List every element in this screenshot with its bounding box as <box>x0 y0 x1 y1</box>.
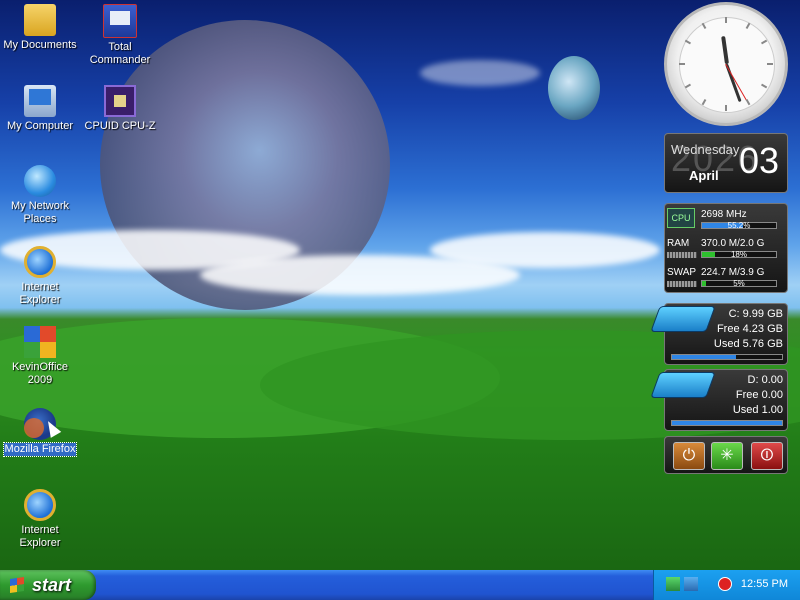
desktop[interactable]: My Documents Total Commander My Computer… <box>0 0 800 570</box>
drive-c-used: Used 5.76 GB <box>713 338 783 350</box>
icon-label: My Network Places <box>10 200 70 225</box>
tray-clock[interactable]: 12:55 PM <box>741 578 788 590</box>
network-globe-icon <box>24 165 56 197</box>
icon-label: My Documents <box>3 39 77 51</box>
icon-label: Internet Explorer <box>19 524 61 549</box>
computer-icon <box>24 85 56 117</box>
desktop-icon-my-documents[interactable]: My Documents <box>0 4 80 52</box>
internet-explorer-icon <box>24 246 56 278</box>
swap-usage-bar: 5% <box>701 279 777 288</box>
start-label: start <box>32 575 72 595</box>
start-button[interactable]: start <box>0 570 96 600</box>
icon-label: Mozilla Firefox <box>2 442 78 457</box>
network-connection-tray-icon[interactable] <box>684 577 698 591</box>
cpu-frequency: 2698 MHz <box>701 209 747 220</box>
cloud <box>430 232 660 268</box>
calendar-day-number: 03 <box>738 140 779 181</box>
analog-clock-gadget[interactable] <box>664 2 788 126</box>
ram-usage-bar: 18% <box>701 250 777 259</box>
cpu-chip-icon: CPU <box>667 208 695 228</box>
drive-d-total: D: 0.00 <box>747 374 783 386</box>
desktop-icon-my-network-places[interactable]: My Network Places <box>0 165 80 226</box>
ram-module-icon <box>667 252 697 258</box>
network-tray-icon[interactable] <box>666 577 680 591</box>
drive-c-gadget[interactable]: C: 9.99 GB Free 4.23 GB Used 5.76 GB <box>650 303 788 365</box>
drive-c-total: C: 9.99 GB <box>728 308 783 320</box>
ram-value: 370.0 M/2.0 G <box>701 238 765 249</box>
cpu-usage-bar: 55.2% <box>701 221 777 230</box>
swap-usage-percent: 5% <box>733 279 745 288</box>
system-tray: 12:55 PM <box>653 570 800 600</box>
drive-d-info: D: 0.00 Free 0.00 Used 1.00 <box>733 373 783 418</box>
clock-tick <box>679 63 685 65</box>
floppy-disk-icon <box>103 4 137 38</box>
desktop-icon-my-computer[interactable]: My Computer <box>0 85 80 133</box>
clock-tick <box>767 63 773 65</box>
drive-c-usage-bar <box>671 354 783 360</box>
drive-d-free: Free 0.00 <box>735 389 783 401</box>
calendar-gadget[interactable]: 2026 Wednesday April 03 <box>664 133 788 193</box>
icon-label: CPUID CPU-Z <box>84 120 156 132</box>
power-buttons-gadget: ⏻ ✳ ⏼ <box>664 436 788 474</box>
ram-label: RAM <box>667 238 690 249</box>
desktop-icon-mozilla-firefox[interactable]: Mozilla Firefox <box>0 408 80 457</box>
clock-tick <box>725 105 727 111</box>
office-logo-icon <box>24 326 56 358</box>
internet-explorer-icon <box>24 489 56 521</box>
hard-drive-icon <box>650 372 716 398</box>
icon-label: Internet Explorer <box>19 281 61 306</box>
log-off-button[interactable]: ⏻ <box>673 442 705 470</box>
moon-wallpaper <box>548 56 600 120</box>
drive-c-free: Free 4.23 GB <box>716 323 783 335</box>
calendar-month: April <box>689 168 719 183</box>
drive-d-used: Used 1.00 <box>732 404 783 416</box>
swap-label: SWAP <box>667 267 697 278</box>
desktop-icon-cpuid-cpu-z[interactable]: CPUID CPU-Z <box>80 85 160 133</box>
cpu-chip-icon <box>104 85 136 117</box>
icon-label: Total Commander <box>89 41 151 66</box>
clock-tick <box>725 17 727 23</box>
shutdown-button[interactable]: ⏼ <box>751 442 783 470</box>
security-alert-icon[interactable] <box>718 577 732 591</box>
calendar-weekday: Wednesday <box>671 142 740 157</box>
swap-value: 224.7 M/3.9 G <box>701 267 765 278</box>
swap-module-icon <box>667 281 697 287</box>
desktop-icon-total-commander[interactable]: Total Commander <box>80 4 160 67</box>
desktop-icon-internet-explorer[interactable]: Internet Explorer <box>0 246 80 307</box>
restart-button[interactable]: ✳ <box>711 442 743 470</box>
system-monitor-gadget[interactable]: CPU 2698 MHz 55.2% RAM 370.0 M/2.0 G 18%… <box>664 203 788 293</box>
desktop-icon-kevinoffice-2009[interactable]: KevinOffice 2009 <box>0 326 80 387</box>
desktop-icon-internet-explorer-2[interactable]: Internet Explorer <box>0 489 80 550</box>
drive-d-usage-fill <box>672 421 782 425</box>
taskbar: start 12:55 PM <box>0 570 800 600</box>
cloud <box>420 60 540 86</box>
folder-icon <box>24 4 56 36</box>
cpu-usage-percent: 55.2% <box>727 221 751 230</box>
drive-c-info: C: 9.99 GB Free 4.23 GB Used 5.76 GB <box>714 307 783 352</box>
hard-drive-icon <box>650 306 716 332</box>
drive-d-usage-bar <box>671 420 783 426</box>
icon-label: KevinOffice 2009 <box>11 361 69 386</box>
icon-label: My Computer <box>6 120 74 132</box>
ram-usage-percent: 18% <box>730 250 747 259</box>
drive-d-gadget[interactable]: D: 0.00 Free 0.00 Used 1.00 <box>650 369 788 431</box>
drive-c-usage-fill <box>672 355 736 359</box>
windows-flag-icon <box>10 577 24 593</box>
